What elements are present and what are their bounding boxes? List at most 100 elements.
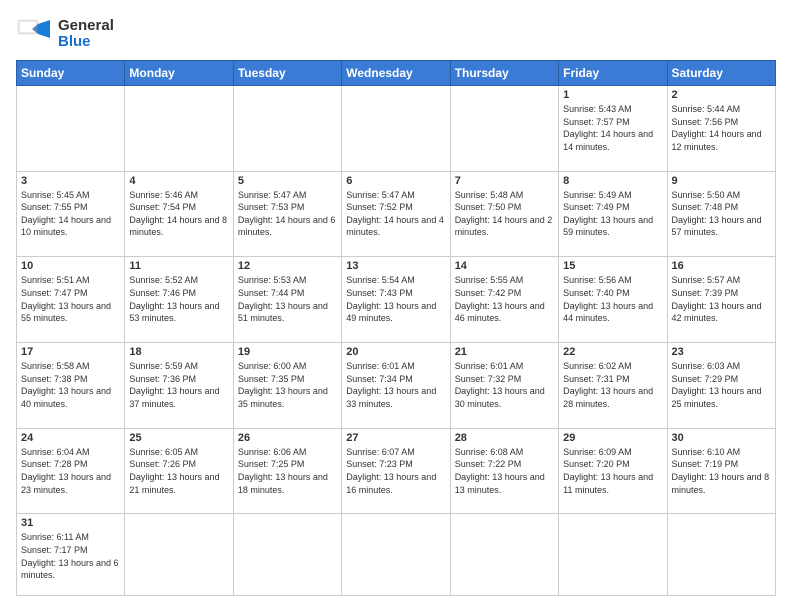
day-info: Sunrise: 5:59 AM Sunset: 7:36 PM Dayligh… [129, 360, 228, 410]
calendar-cell [125, 514, 233, 596]
calendar-cell: 1Sunrise: 5:43 AM Sunset: 7:57 PM Daylig… [559, 86, 667, 172]
calendar-cell: 17Sunrise: 5:58 AM Sunset: 7:38 PM Dayli… [17, 343, 125, 429]
day-number: 13 [346, 260, 445, 272]
day-info: Sunrise: 6:08 AM Sunset: 7:22 PM Dayligh… [455, 446, 554, 496]
day-number: 8 [563, 175, 662, 187]
col-header-wednesday: Wednesday [342, 61, 450, 86]
day-number: 15 [563, 260, 662, 272]
calendar-table: SundayMondayTuesdayWednesdayThursdayFrid… [16, 60, 776, 596]
calendar-cell: 18 Sunrise: 5:59 AM Sunset: 7:36 PM Dayli… [125, 343, 233, 429]
calendar-cell: 14 Sunrise: 5:55 AM Sunset: 7:42 PM Dayli… [450, 257, 558, 343]
day-info: Sunrise: 5:55 AM Sunset: 7:42 PM Dayligh… [455, 274, 554, 324]
day-info: Sunrise: 5:58 AM Sunset: 7:38 PM Dayligh… [21, 360, 120, 410]
day-number: 29 [563, 432, 662, 444]
day-info: Sunrise: 5:49 AM Sunset: 7:49 PM Dayligh… [563, 189, 662, 239]
calendar-cell: 7Sunrise: 5:48 AM Sunset: 7:50 PM Daylig… [450, 171, 558, 257]
day-number: 20 [346, 346, 445, 358]
day-number: 25 [129, 432, 228, 444]
day-info: Sunrise: 5:57 AM Sunset: 7:39 PM Dayligh… [672, 274, 771, 324]
day-info: Sunrise: 6:01 AM Sunset: 7:34 PM Dayligh… [346, 360, 445, 410]
logo-general-text: General [58, 18, 114, 35]
day-number: 26 [238, 432, 337, 444]
day-number: 4 [129, 175, 228, 187]
calendar-cell [342, 86, 450, 172]
calendar-cell: 22 Sunrise: 6:02 AM Sunset: 7:31 PM Dayli… [559, 343, 667, 429]
calendar-cell: 29 Sunrise: 6:09 AM Sunset: 7:20 PM Dayli… [559, 428, 667, 514]
day-number: 10 [21, 260, 120, 272]
calendar-cell [342, 514, 450, 596]
day-info: Sunrise: 5:46 AM Sunset: 7:54 PM Dayligh… [129, 189, 228, 239]
calendar-cell [450, 514, 558, 596]
calendar-cell [559, 514, 667, 596]
calendar-cell: 19 Sunrise: 6:00 AM Sunset: 7:35 PM Dayli… [233, 343, 341, 429]
day-number: 3 [21, 175, 120, 187]
day-info: Sunrise: 6:04 AM Sunset: 7:28 PM Dayligh… [21, 446, 120, 496]
day-number: 12 [238, 260, 337, 272]
day-info: Sunrise: 5:45 AM Sunset: 7:55 PM Dayligh… [21, 189, 120, 239]
day-info: Sunrise: 5:53 AM Sunset: 7:44 PM Dayligh… [238, 274, 337, 324]
day-info: Sunrise: 5:47 AM Sunset: 7:53 PM Dayligh… [238, 189, 337, 239]
day-info: Sunrise: 5:44 AM Sunset: 7:56 PM Dayligh… [672, 103, 771, 153]
calendar-cell: 26Sunrise: 6:06 AM Sunset: 7:25 PM Dayli… [233, 428, 341, 514]
day-number: 16 [672, 260, 771, 272]
calendar-cell: 28Sunrise: 6:08 AM Sunset: 7:22 PM Dayli… [450, 428, 558, 514]
day-info: Sunrise: 5:50 AM Sunset: 7:48 PM Dayligh… [672, 189, 771, 239]
day-info: Sunrise: 5:47 AM Sunset: 7:52 PM Dayligh… [346, 189, 445, 239]
calendar-cell: 6 Sunrise: 5:47 AM Sunset: 7:52 PM Daylig… [342, 171, 450, 257]
calendar-cell [125, 86, 233, 172]
day-info: Sunrise: 5:43 AM Sunset: 7:57 PM Dayligh… [563, 103, 662, 153]
day-info: Sunrise: 6:11 AM Sunset: 7:17 PM Dayligh… [21, 531, 120, 581]
calendar-header-row: SundayMondayTuesdayWednesdayThursdayFrid… [17, 61, 776, 86]
day-info: Sunrise: 5:56 AM Sunset: 7:40 PM Dayligh… [563, 274, 662, 324]
day-number: 9 [672, 175, 771, 187]
day-number: 11 [129, 260, 228, 272]
calendar-cell: 23 Sunrise: 6:03 AM Sunset: 7:29 PM Dayli… [667, 343, 775, 429]
calendar-cell: 4 Sunrise: 5:46 AM Sunset: 7:54 PM Daylig… [125, 171, 233, 257]
day-info: Sunrise: 6:07 AM Sunset: 7:23 PM Dayligh… [346, 446, 445, 496]
calendar-week-row: 3 Sunrise: 5:45 AM Sunset: 7:55 PM Daylig… [17, 171, 776, 257]
calendar-cell: 30 Sunrise: 6:10 AM Sunset: 7:19 PM Dayli… [667, 428, 775, 514]
day-info: Sunrise: 6:02 AM Sunset: 7:31 PM Dayligh… [563, 360, 662, 410]
day-info: Sunrise: 6:03 AM Sunset: 7:29 PM Dayligh… [672, 360, 771, 410]
calendar-cell: 21Sunrise: 6:01 AM Sunset: 7:32 PM Dayli… [450, 343, 558, 429]
day-number: 7 [455, 175, 554, 187]
calendar-cell: 31Sunrise: 6:11 AM Sunset: 7:17 PM Dayli… [17, 514, 125, 596]
calendar-cell [667, 514, 775, 596]
calendar-week-row: 10 Sunrise: 5:51 AM Sunset: 7:47 PM Dayli… [17, 257, 776, 343]
day-number: 18 [129, 346, 228, 358]
calendar-cell [450, 86, 558, 172]
calendar-cell: 13 Sunrise: 5:54 AM Sunset: 7:43 PM Dayli… [342, 257, 450, 343]
calendar-cell: 11 Sunrise: 5:52 AM Sunset: 7:46 PM Dayli… [125, 257, 233, 343]
calendar-cell: 2Sunrise: 5:44 AM Sunset: 7:56 PM Daylig… [667, 86, 775, 172]
day-info: Sunrise: 6:10 AM Sunset: 7:19 PM Dayligh… [672, 446, 771, 496]
day-info: Sunrise: 5:51 AM Sunset: 7:47 PM Dayligh… [21, 274, 120, 324]
day-number: 19 [238, 346, 337, 358]
calendar-cell: 8 Sunrise: 5:49 AM Sunset: 7:49 PM Daylig… [559, 171, 667, 257]
calendar-cell: 3 Sunrise: 5:45 AM Sunset: 7:55 PM Daylig… [17, 171, 125, 257]
day-info: Sunrise: 6:09 AM Sunset: 7:20 PM Dayligh… [563, 446, 662, 496]
day-info: Sunrise: 6:01 AM Sunset: 7:32 PM Dayligh… [455, 360, 554, 410]
col-header-tuesday: Tuesday [233, 61, 341, 86]
page-header: General Blue [16, 16, 776, 52]
day-number: 22 [563, 346, 662, 358]
day-info: Sunrise: 5:52 AM Sunset: 7:46 PM Dayligh… [129, 274, 228, 324]
calendar-cell: 27Sunrise: 6:07 AM Sunset: 7:23 PM Dayli… [342, 428, 450, 514]
day-number: 23 [672, 346, 771, 358]
calendar-week-row: 17Sunrise: 5:58 AM Sunset: 7:38 PM Dayli… [17, 343, 776, 429]
calendar-cell: 25Sunrise: 6:05 AM Sunset: 7:26 PM Dayli… [125, 428, 233, 514]
calendar-cell: 5 Sunrise: 5:47 AM Sunset: 7:53 PM Daylig… [233, 171, 341, 257]
day-number: 5 [238, 175, 337, 187]
day-info: Sunrise: 5:54 AM Sunset: 7:43 PM Dayligh… [346, 274, 445, 324]
day-number: 6 [346, 175, 445, 187]
day-number: 14 [455, 260, 554, 272]
calendar-cell: 10 Sunrise: 5:51 AM Sunset: 7:47 PM Dayli… [17, 257, 125, 343]
calendar-week-row: 24 Sunrise: 6:04 AM Sunset: 7:28 PM Dayli… [17, 428, 776, 514]
day-info: Sunrise: 6:00 AM Sunset: 7:35 PM Dayligh… [238, 360, 337, 410]
logo-svg [16, 16, 52, 52]
col-header-saturday: Saturday [667, 61, 775, 86]
calendar-cell [233, 86, 341, 172]
day-number: 24 [21, 432, 120, 444]
calendar-cell: 24 Sunrise: 6:04 AM Sunset: 7:28 PM Dayli… [17, 428, 125, 514]
day-number: 30 [672, 432, 771, 444]
col-header-monday: Monday [125, 61, 233, 86]
